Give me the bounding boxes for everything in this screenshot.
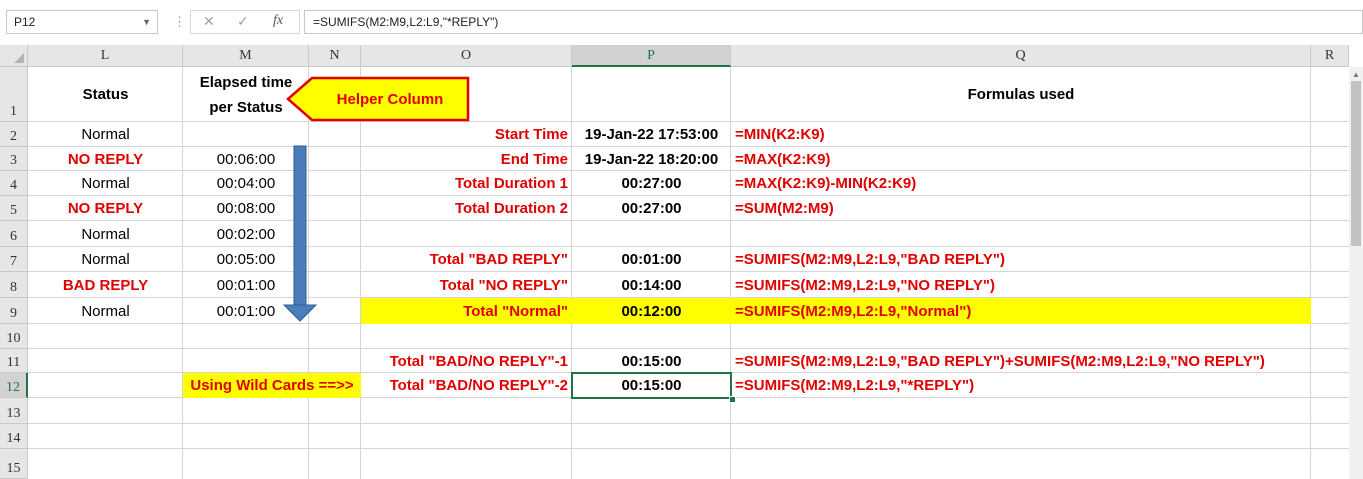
- name-box[interactable]: P12 ▼: [6, 10, 158, 34]
- row-header-6[interactable]: 6: [0, 221, 28, 247]
- status-cell[interactable]: Normal: [28, 122, 183, 147]
- header-status[interactable]: Status: [28, 67, 183, 122]
- gridline: [28, 448, 1349, 449]
- drag-handle-icon[interactable]: ⋮: [173, 14, 186, 30]
- fx-icon[interactable]: fx: [273, 13, 283, 29]
- column-header-l[interactable]: L: [28, 45, 183, 67]
- row-header-7[interactable]: 7: [0, 247, 28, 272]
- row-header-4[interactable]: 4: [0, 171, 28, 196]
- row-header-5[interactable]: 5: [0, 196, 28, 221]
- header-formulas-used[interactable]: Formulas used: [731, 67, 1311, 122]
- formula-buttons: ✕ ✓ fx: [190, 10, 300, 34]
- row-header-15[interactable]: 15: [0, 449, 28, 479]
- scrollbar-thumb[interactable]: [1351, 81, 1361, 246]
- value-total-duration-1[interactable]: 00:27:00: [572, 171, 731, 196]
- label-start-time[interactable]: Start Time: [361, 122, 572, 147]
- vertical-scrollbar[interactable]: ▲: [1349, 67, 1363, 479]
- formula-total-duration-2[interactable]: =SUM(M2:M9): [731, 196, 1311, 221]
- active-cell-p12[interactable]: 00:15:00: [571, 372, 732, 399]
- row-header-8[interactable]: 8: [0, 272, 28, 298]
- column-header-q[interactable]: Q: [731, 45, 1311, 67]
- row-header-3[interactable]: 3: [0, 147, 28, 171]
- row-header-11[interactable]: 11: [0, 349, 28, 373]
- label-total-bad-no-2[interactable]: Total "BAD/NO REPLY"-2: [361, 373, 572, 398]
- column-header-r[interactable]: R: [1311, 45, 1349, 67]
- status-cell[interactable]: NO REPLY: [28, 196, 183, 221]
- value-end-time[interactable]: 19-Jan-22 18:20:00: [572, 147, 731, 171]
- status-cell[interactable]: Normal: [28, 171, 183, 196]
- row-header-9[interactable]: 9: [0, 298, 28, 324]
- value-start-time[interactable]: 19-Jan-22 17:53:00: [572, 122, 731, 147]
- column-header-o[interactable]: O: [361, 45, 572, 67]
- row-header-2[interactable]: 2: [0, 122, 28, 147]
- row-header-14[interactable]: 14: [0, 424, 28, 449]
- elapsed-cell[interactable]: 00:06:00: [183, 147, 309, 171]
- label-total-normal[interactable]: Total "Normal": [361, 298, 572, 324]
- column-header-m[interactable]: M: [183, 45, 309, 67]
- status-cell[interactable]: NO REPLY: [28, 147, 183, 171]
- status-cell[interactable]: Normal: [28, 247, 183, 272]
- row-header-1[interactable]: 1: [0, 67, 28, 122]
- scroll-up-icon[interactable]: ▲: [1352, 70, 1360, 79]
- elapsed-cell[interactable]: 00:02:00: [183, 221, 309, 247]
- select-all-corner[interactable]: [0, 45, 28, 67]
- elapsed-cell[interactable]: 00:08:00: [183, 196, 309, 221]
- formula-total-normal[interactable]: =SUMIFS(M2:M9,L2:L9,"Normal"): [731, 298, 1311, 324]
- value-total-bad-reply[interactable]: 00:01:00: [572, 247, 731, 272]
- label-total-bad-no-1[interactable]: Total "BAD/NO REPLY"-1: [361, 349, 572, 373]
- formula-total-bad-no-1[interactable]: =SUMIFS(M2:M9,L2:L9,"BAD REPLY")+SUMIFS(…: [731, 349, 1349, 373]
- label-total-bad-reply[interactable]: Total "BAD REPLY": [361, 247, 572, 272]
- formula-start-time[interactable]: =MIN(K2:K9): [731, 122, 1311, 147]
- formula-total-duration-1[interactable]: =MAX(K2:K9)-MIN(K2:K9): [731, 171, 1311, 196]
- row-header-10[interactable]: 10: [0, 324, 28, 349]
- row-header-13[interactable]: 13: [0, 398, 28, 424]
- formula-input[interactable]: =SUMIFS(M2:M9,L2:L9,"*REPLY"): [304, 10, 1363, 34]
- formula-total-no-reply[interactable]: =SUMIFS(M2:M9,L2:L9,"NO REPLY"): [731, 272, 1311, 298]
- wild-cards-label[interactable]: Using Wild Cards ==>>: [183, 373, 361, 398]
- cancel-icon[interactable]: ✕: [203, 13, 215, 30]
- formula-total-bad-no-2[interactable]: =SUMIFS(M2:M9,L2:L9,"*REPLY"): [731, 373, 1311, 398]
- status-cell[interactable]: BAD REPLY: [28, 272, 183, 298]
- value-total-bad-no-1[interactable]: 00:15:00: [572, 349, 731, 373]
- label-total-duration-2[interactable]: Total Duration 2: [361, 196, 572, 221]
- value-total-normal[interactable]: 00:12:00: [572, 298, 731, 324]
- elapsed-cell[interactable]: 00:04:00: [183, 171, 309, 196]
- elapsed-cell[interactable]: 00:01:00: [183, 298, 309, 324]
- value-total-no-reply[interactable]: 00:14:00: [572, 272, 731, 298]
- chevron-down-icon[interactable]: ▼: [142, 11, 151, 33]
- enter-icon[interactable]: ✓: [237, 13, 249, 30]
- status-cell[interactable]: Normal: [28, 298, 183, 324]
- label-total-no-reply[interactable]: Total "NO REPLY": [361, 272, 572, 298]
- label-end-time[interactable]: End Time: [361, 147, 572, 171]
- elapsed-cell[interactable]: 00:01:00: [183, 272, 309, 298]
- status-cell[interactable]: Normal: [28, 221, 183, 247]
- gridline: [28, 423, 1349, 424]
- formula-total-bad-reply[interactable]: =SUMIFS(M2:M9,L2:L9,"BAD REPLY"): [731, 247, 1311, 272]
- row-header-12[interactable]: 12: [0, 373, 28, 398]
- value-total-duration-2[interactable]: 00:27:00: [572, 196, 731, 221]
- formula-bar: P12 ▼ ⋮ ✕ ✓ fx =SUMIFS(M2:M9,L2:L9,"*REP…: [0, 0, 1363, 45]
- formula-end-time[interactable]: =MAX(K2:K9): [731, 147, 1311, 171]
- label-total-duration-1[interactable]: Total Duration 1: [361, 171, 572, 196]
- helper-column-label: Helper Column: [336, 90, 444, 108]
- column-header-n[interactable]: N: [309, 45, 361, 67]
- elapsed-cell[interactable]: 00:05:00: [183, 247, 309, 272]
- name-box-value: P12: [14, 15, 36, 29]
- column-header-p[interactable]: P: [572, 45, 731, 67]
